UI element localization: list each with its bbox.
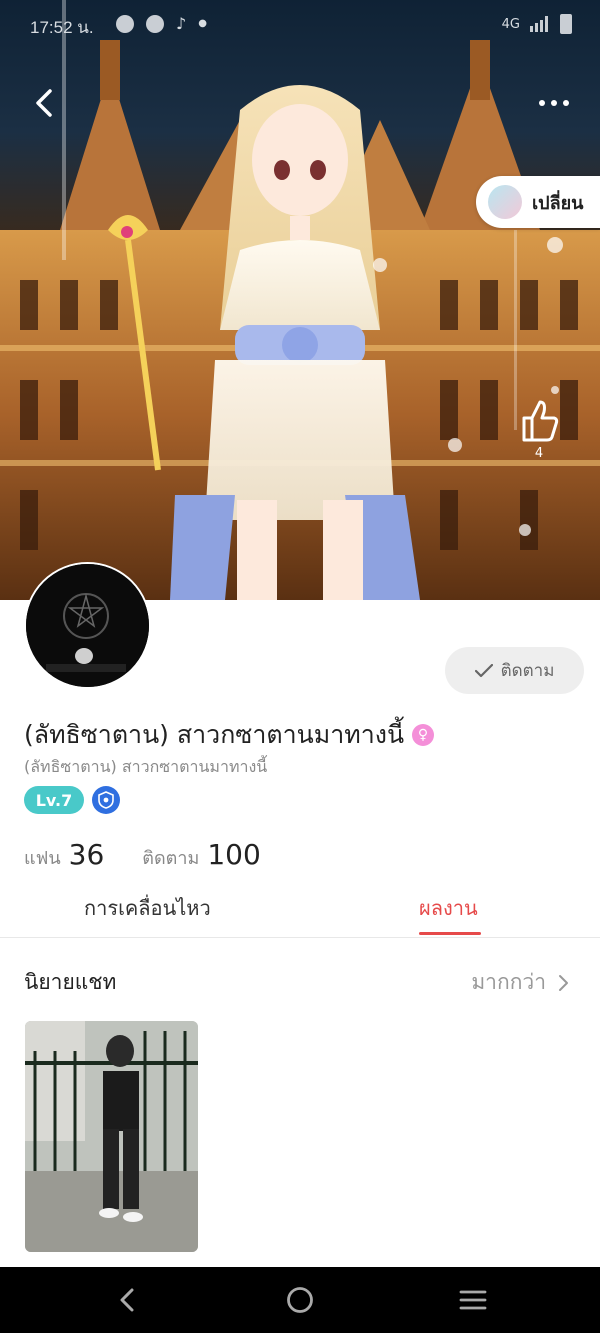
story-cover-image: [25, 1021, 198, 1252]
nav-home-icon: [287, 1287, 313, 1313]
system-navigation-bar: [0, 1267, 600, 1333]
profile-stats: แฟน 36 ติดตาม 100: [24, 838, 291, 872]
checkmark-icon: [474, 663, 493, 677]
fans-label: แฟน: [24, 848, 61, 869]
change-outfit-label: เปลี่ยน: [532, 192, 584, 214]
nav-back-button[interactable]: [112, 1285, 142, 1315]
following-count[interactable]: 100: [207, 838, 260, 871]
dot-icon: ●: [198, 18, 207, 29]
nav-recents-button[interactable]: [458, 1285, 488, 1315]
more-label: มากกว่า: [471, 970, 546, 994]
outfit-avatar-icon: [488, 185, 522, 219]
more-dot-icon: [563, 100, 569, 106]
thumbs-up-icon: [522, 400, 559, 442]
more-dot-icon: [539, 100, 545, 106]
avatar[interactable]: [24, 562, 151, 689]
profile-tabs: การเคลื่อนไหว ผลงาน: [0, 880, 600, 938]
status-right: 4G: [502, 14, 572, 34]
signal-icon: [530, 16, 548, 32]
profile-name: (ลัทธิซาตาน) สาวกซาตานมาทางนี้ ♀: [24, 715, 435, 755]
help-icon: [116, 14, 134, 33]
verified-shield-icon: [92, 786, 120, 814]
shield-glyph: [98, 791, 114, 809]
more-link[interactable]: มากกว่า: [471, 966, 570, 999]
follow-label: ติดตาม: [500, 661, 555, 681]
back-arrow-icon: [36, 89, 52, 117]
chevron-right-icon: [559, 974, 568, 991]
more-options-button[interactable]: [534, 90, 574, 116]
battery-icon: [560, 14, 572, 34]
more-dot-icon: [551, 100, 557, 106]
notification-icons: ♪ ●: [116, 14, 207, 33]
like-button[interactable]: 4: [512, 398, 566, 468]
active-tab-indicator: [419, 932, 481, 935]
tab-activity[interactable]: การเคลื่อนไหว: [84, 892, 211, 924]
fans-count[interactable]: 36: [69, 838, 105, 871]
status-time: 17:52 น.: [30, 18, 94, 37]
change-outfit-button[interactable]: เปลี่ยน: [476, 176, 600, 228]
avatar-image: [26, 564, 149, 687]
back-button[interactable]: [28, 86, 62, 120]
status-bar: 17:52 น. ♪ ● 4G: [0, 0, 600, 50]
palace-background: [0, 0, 600, 600]
profile-name-text: (ลัทธิซาตาน) สาวกซาตานมาทางนี้: [24, 720, 405, 749]
tiktok-icon: ♪: [176, 14, 187, 33]
nav-home-button[interactable]: [285, 1285, 315, 1315]
network-label: 4G: [501, 16, 520, 32]
nav-back-icon: [120, 1288, 134, 1312]
level-badge: Lv.7: [24, 786, 84, 814]
profile-subname: (ลัทธิซาตาน) สาวกซาตานมาทางนี้: [24, 757, 268, 776]
chat-story-card[interactable]: [25, 1021, 198, 1252]
following-label: ติดตาม: [142, 848, 200, 869]
cover-image: 17:52 น. ♪ ● 4G เปลี่ยน 4: [0, 0, 600, 600]
follow-button[interactable]: ติดตาม: [445, 647, 584, 694]
help-icon-2: [146, 14, 164, 33]
nav-menu-icon: [459, 1290, 487, 1310]
section-title: นิยายแชท: [24, 970, 117, 994]
female-gender-icon: ♀: [412, 724, 435, 746]
like-count: 4: [534, 446, 544, 461]
tab-works[interactable]: ผลงาน: [419, 892, 478, 924]
